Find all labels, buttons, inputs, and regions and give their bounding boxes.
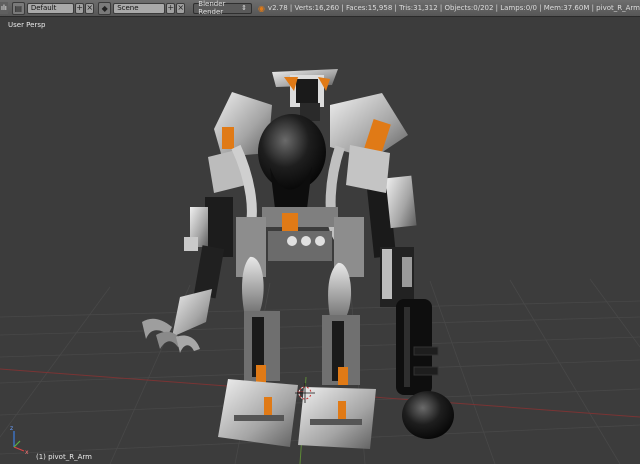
screen-layout-field[interactable]: Default (26, 2, 75, 14)
scene-value: Scene (117, 4, 139, 12)
viewport-canvas[interactable]: z x (0, 17, 640, 464)
remove-scene-button[interactable]: × (176, 2, 186, 14)
view-perspective-label: User Persp (8, 21, 46, 29)
active-object-label: (1) pivot_R_Arm (36, 453, 92, 461)
robot-model[interactable] (142, 69, 454, 449)
scene-icon-menu[interactable]: ◆ (98, 1, 112, 15)
scene-icon: ◆ (101, 3, 108, 13)
torso-core[interactable] (258, 114, 326, 190)
svg-text:z: z (10, 425, 13, 432)
remove-layout-button[interactable]: × (85, 2, 95, 14)
plus-icon: + (167, 3, 175, 12)
editor-type-icon: ▤ (14, 3, 23, 13)
render-engine-dropdown[interactable]: Blender Render ⇕ (193, 0, 252, 16)
info-header: ılı ▤ Default + × ◆ Scene + × Blender Re… (0, 0, 640, 17)
plus-icon: + (76, 3, 83, 12)
left-leg[interactable] (218, 256, 298, 447)
add-layout-button[interactable]: + (75, 2, 85, 14)
left-shoulder-accent (222, 127, 234, 149)
3d-viewport[interactable]: z x User Persp (1) pivot_R_Arm (0, 17, 640, 464)
scene-field[interactable]: Scene (113, 2, 166, 14)
axis-gizmo-icon: z x (10, 425, 29, 456)
chevron-updown-icon: ⇕ (241, 4, 247, 12)
scene-stats: v2.78 | Verts:16,260 | Faces:15,958 | Tr… (267, 4, 640, 12)
editor-fragment[interactable]: ılı (0, 2, 8, 14)
blender-logo-icon: ◉ (257, 3, 265, 13)
add-scene-button[interactable]: + (166, 2, 176, 14)
close-icon: × (177, 3, 185, 12)
left-arm[interactable] (142, 197, 233, 353)
editor-type-menu[interactable]: ▤ (11, 1, 25, 15)
right-leg[interactable] (298, 262, 376, 449)
svg-text:x: x (25, 449, 29, 456)
screen-layout-value: Default (30, 4, 57, 12)
robot-head[interactable] (272, 69, 338, 121)
render-engine-value: Blender Render (198, 0, 226, 16)
close-icon: × (86, 3, 94, 12)
